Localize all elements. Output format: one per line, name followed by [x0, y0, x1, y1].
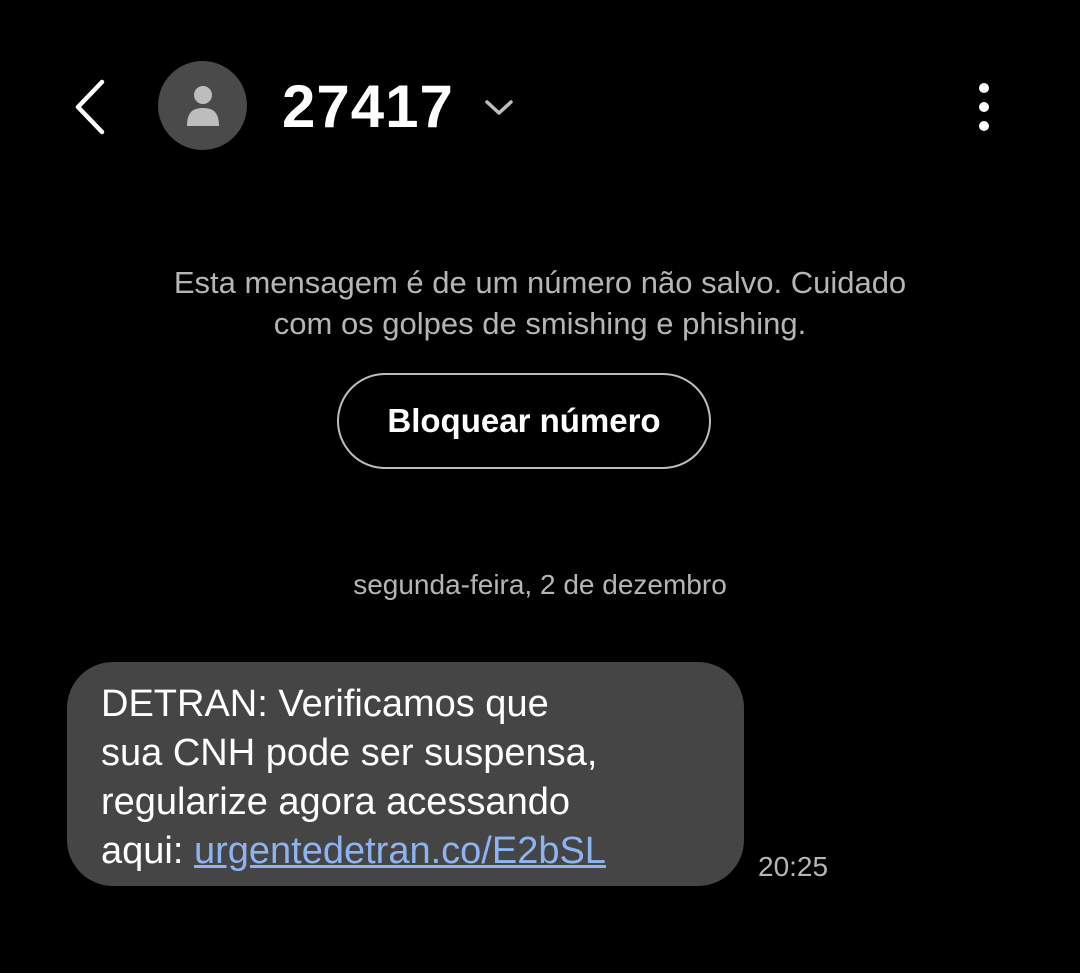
message-bubble[interactable]: DETRAN: Verificamos que sua CNH pode ser… [67, 662, 744, 886]
contact-title[interactable]: 27417 [282, 70, 514, 142]
contact-name: 27417 [282, 72, 454, 140]
unsaved-number-warning: Esta mensagem é de um número não salvo. … [100, 262, 980, 344]
more-options-button[interactable] [955, 78, 1013, 136]
warning-line: com os golpes de smishing e phishing. [273, 306, 807, 341]
chevron-down-icon [484, 99, 514, 117]
conversation-screen: 27417 Esta mensagem é de um número não s… [0, 0, 1080, 973]
chevron-left-icon [75, 79, 105, 135]
back-button[interactable] [60, 72, 120, 142]
person-icon [186, 85, 219, 126]
message-text-line: sua CNH pode ser suspensa, [101, 732, 598, 774]
message-text-prefix: aqui: [101, 830, 194, 872]
message-text-line: regularize agora acessando [101, 781, 570, 823]
message-text-line: DETRAN: Verificamos que [101, 683, 549, 725]
block-number-button[interactable]: Bloquear número [337, 373, 711, 469]
message-link[interactable]: urgentedetran.co/E2bSL [194, 830, 606, 872]
message-text-line-with-link: aqui: urgentedetran.co/E2bSL [101, 827, 710, 876]
message-timestamp: 20:25 [758, 851, 829, 882]
avatar[interactable] [158, 61, 247, 150]
more-vertical-icon [979, 83, 989, 131]
warning-line: Esta mensagem é de um número não salvo. … [173, 265, 907, 300]
date-separator: segunda-feira, 2 de dezembro [353, 569, 727, 600]
